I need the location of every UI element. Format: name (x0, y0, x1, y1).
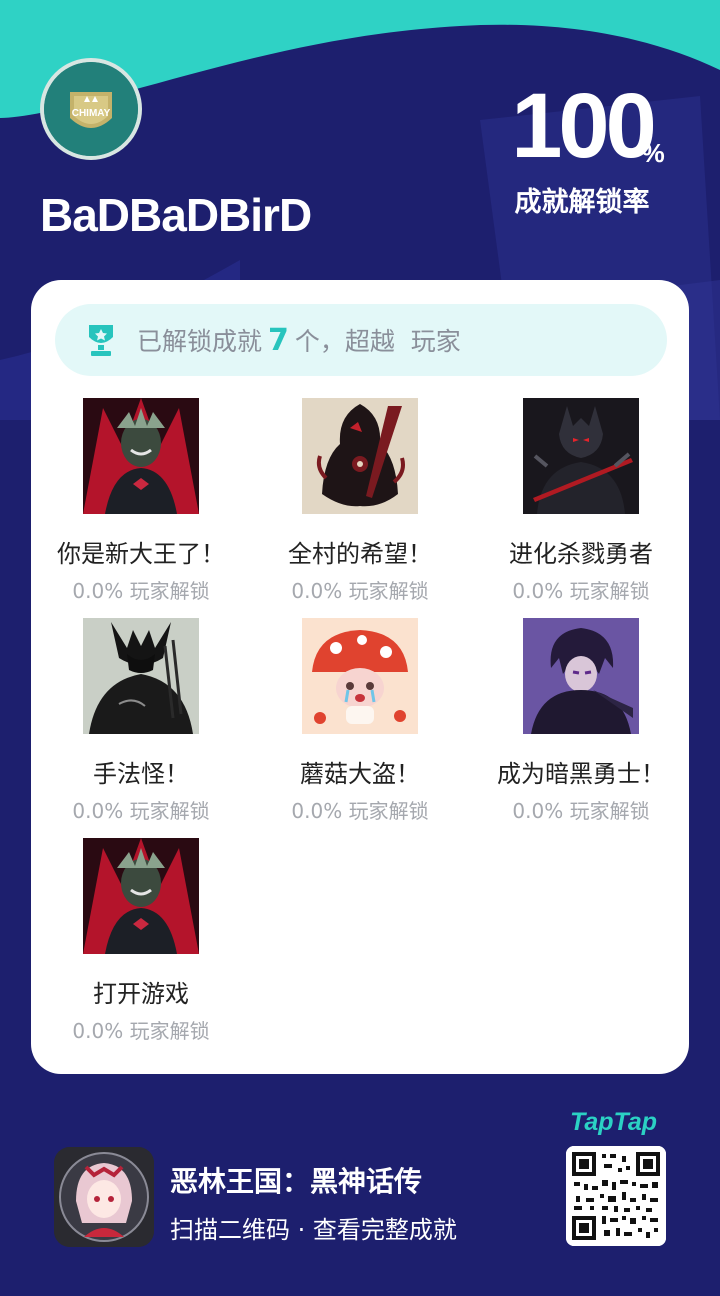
completion-value: 100% (511, 75, 665, 177)
achievements-card: 已解锁成就 7 个，超越 玩家 你是新大王了！ 0.0% 玩家解锁 全村的希望！… (31, 280, 689, 1074)
crying-mushroom-girl-icon (302, 618, 418, 734)
user-avatar[interactable]: CHIMAY (40, 58, 142, 160)
demon-king-red-icon (83, 838, 199, 954)
achievement-name: 打开游戏 (93, 980, 189, 1008)
achievement-stat: 0.0% 玩家解锁 (512, 799, 650, 823)
achievement-stat: 0.0% 玩家解锁 (72, 1019, 210, 1043)
hooded-dark-knight-icon (302, 398, 418, 514)
game-title: 恶林王国：黑神话传 (170, 1165, 423, 1198)
summary-prefix: 已解锁成就 (137, 327, 263, 356)
achievement-name: 成为暗黑勇士！ (497, 760, 665, 788)
achievement-name: 你是新大王了！ (57, 540, 225, 568)
achievement-stat: 0.0% 玩家解锁 (291, 799, 429, 823)
achievement-name: 手法怪！ (93, 760, 189, 788)
completion-rate: 100% 成就解锁率 (492, 80, 672, 219)
completion-unit: % (641, 138, 665, 168)
qr-code[interactable] (566, 1146, 666, 1246)
username: BaDBaDBirD (40, 189, 312, 241)
achievement-item[interactable]: 蘑菇大盗！ 0.0% 玩家解锁 (250, 618, 470, 824)
qr-code-icon (566, 1146, 666, 1246)
chimay-badge-icon: CHIMAY (44, 62, 138, 156)
summary-count: 7 (268, 322, 289, 358)
demon-king-red-icon (83, 398, 199, 514)
achievement-item[interactable]: 全村的希望！ 0.0% 玩家解锁 (250, 398, 470, 604)
achievement-item[interactable]: 手法怪！ 0.0% 玩家解锁 (31, 618, 251, 824)
avatar-label: CHIMAY (72, 108, 111, 119)
purple-hair-hero-icon (523, 618, 639, 734)
achievement-name: 进化杀戮勇者 (509, 540, 653, 568)
taptap-logo: TapTap (570, 1108, 658, 1136)
achievement-stat: 0.0% 玩家解锁 (72, 579, 210, 603)
achievement-summary: 已解锁成就 7 个，超越 玩家 (55, 304, 667, 376)
game-app-icon[interactable] (54, 1147, 154, 1247)
anime-girl-app-icon (54, 1147, 154, 1247)
achievement-stat: 0.0% 玩家解锁 (512, 579, 650, 603)
trophy-icon (89, 325, 113, 356)
achievement-item[interactable]: 打开游戏 0.0% 玩家解锁 (31, 838, 251, 1044)
dark-sorcerer-icon (83, 618, 199, 734)
achievement-name: 全村的希望！ (288, 540, 432, 568)
achievement-name: 蘑菇大盗！ (300, 760, 420, 788)
armored-warrior-icon (523, 398, 639, 514)
achievement-stat: 0.0% 玩家解锁 (72, 799, 210, 823)
summary-suffix: 个，超越 玩家 (294, 327, 461, 356)
achievement-stat: 0.0% 玩家解锁 (291, 579, 429, 603)
scan-instruction: 扫描二维码 · 查看完整成就 (170, 1216, 457, 1244)
achievement-item[interactable]: 你是新大王了！ 0.0% 玩家解锁 (31, 398, 251, 604)
achievement-item[interactable]: 进化杀戮勇者 0.0% 玩家解锁 (471, 398, 691, 604)
achievement-item[interactable]: 成为暗黑勇士！ 0.0% 玩家解锁 (471, 618, 691, 824)
completion-label: 成就解锁率 (514, 187, 650, 218)
